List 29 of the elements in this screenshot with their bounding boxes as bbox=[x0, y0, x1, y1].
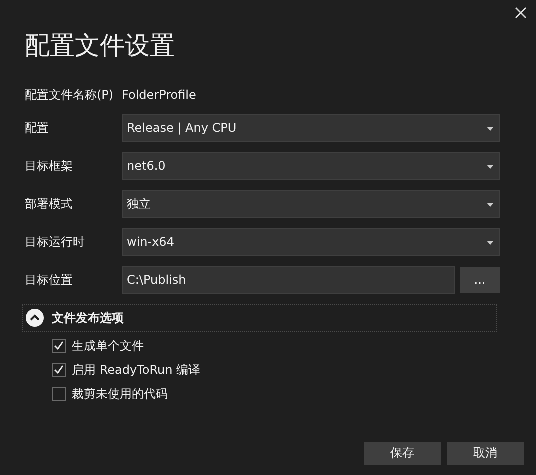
dialog-button[interactable]: 保存 bbox=[364, 442, 441, 465]
dropdown[interactable]: win-x64 bbox=[122, 228, 500, 256]
field-label: 配置文件名称(P) bbox=[25, 86, 115, 104]
collapse-icon[interactable] bbox=[26, 309, 44, 327]
dropdown[interactable]: net6.0 bbox=[122, 152, 500, 180]
browse-button[interactable]: ... bbox=[460, 267, 500, 293]
close-icon[interactable] bbox=[515, 7, 527, 19]
dialog-button[interactable]: 取消 bbox=[447, 442, 524, 465]
field-label: 配置 bbox=[25, 120, 50, 136]
option-label: 裁剪未使用的代码 bbox=[72, 386, 168, 402]
profile-name: FolderProfile bbox=[122, 88, 196, 102]
caret-icon bbox=[487, 203, 494, 207]
checkbox[interactable] bbox=[52, 387, 66, 401]
caret-icon bbox=[487, 165, 494, 169]
caret-icon bbox=[487, 241, 494, 245]
field-label: 目标位置 bbox=[25, 272, 74, 288]
checkbox[interactable] bbox=[52, 363, 66, 377]
caret-icon bbox=[487, 127, 494, 131]
field-label: 目标框架 bbox=[25, 158, 74, 174]
checkbox[interactable] bbox=[52, 339, 66, 353]
option-label: 启用 ReadyToRun 编译 bbox=[72, 362, 201, 378]
dropdown[interactable]: Release | Any CPU bbox=[122, 114, 500, 142]
path-field[interactable]: C:\Publish bbox=[122, 266, 455, 294]
dialog-title: 配置文件设置 bbox=[25, 30, 176, 62]
field-label: 部署模式 bbox=[25, 196, 74, 212]
dropdown[interactable]: 独立 bbox=[122, 190, 500, 218]
section-header[interactable]: 文件发布选项 bbox=[22, 304, 497, 332]
field-label: 目标运行时 bbox=[25, 234, 86, 250]
option-label: 生成单个文件 bbox=[72, 338, 144, 354]
